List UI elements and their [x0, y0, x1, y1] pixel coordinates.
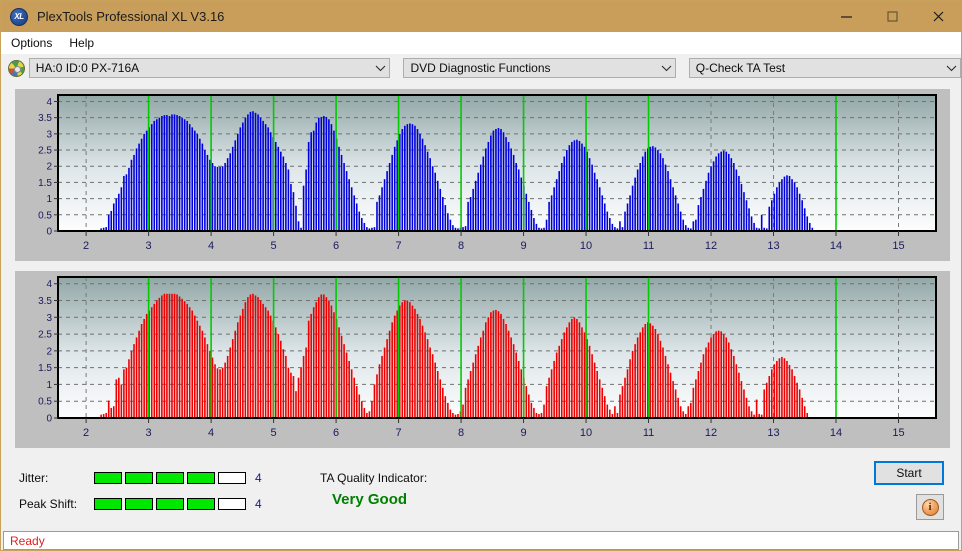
svg-text:2.5: 2.5: [38, 330, 52, 341]
menu-item-help[interactable]: Help: [62, 34, 101, 52]
meter-segment: [218, 472, 246, 484]
jitter-meter-bar: [94, 472, 246, 484]
svg-text:13: 13: [767, 427, 779, 439]
device-select-value: HA:0 ID:0 PX-716A: [35, 61, 140, 75]
maximize-icon[interactable]: [869, 1, 915, 32]
info-button[interactable]: i: [916, 494, 944, 520]
meter-segment: [156, 498, 184, 510]
meter-segment: [125, 498, 153, 510]
info-icon: i: [921, 498, 939, 516]
svg-text:5: 5: [271, 427, 277, 439]
peak-shift-meter-label: Peak Shift:: [19, 497, 78, 511]
jitter-plot: 0 0.5 1 1.5 2 2.5 3 3.5 4 2 3 4 5 6 7 8 9 10 11 12 13 14 15: [15, 89, 950, 261]
svg-text:2.5: 2.5: [38, 146, 52, 157]
svg-text:15: 15: [892, 240, 904, 252]
svg-text:0: 0: [46, 227, 52, 238]
jitter-meter-label: Jitter:: [19, 471, 49, 485]
svg-text:3.5: 3.5: [38, 296, 52, 307]
test-select[interactable]: Q-Check TA Test: [688, 58, 962, 78]
svg-text:4: 4: [46, 97, 52, 108]
svg-text:8: 8: [458, 240, 464, 252]
window-title: PlexTools Professional XL V3.16: [37, 9, 225, 24]
minimize-icon[interactable]: [823, 1, 869, 32]
device-select[interactable]: HA:0 ID:0 PX-716A: [28, 58, 391, 78]
svg-text:4: 4: [208, 240, 214, 252]
chevron-down-icon: [943, 59, 960, 77]
peak-shift-meter-row: Peak Shift: 4: [19, 497, 262, 511]
svg-text:9: 9: [520, 427, 526, 439]
svg-text:14: 14: [830, 240, 842, 252]
svg-text:3: 3: [146, 240, 152, 252]
svg-text:2: 2: [46, 346, 52, 357]
svg-text:11: 11: [643, 427, 654, 439]
application-window: XL PlexTools Professional XL V3.16 Optio…: [0, 0, 962, 551]
svg-text:12: 12: [705, 240, 717, 252]
app-logo-icon: XL: [10, 7, 28, 26]
start-button[interactable]: Start: [874, 461, 944, 485]
jitter-meter-value: 4: [255, 471, 262, 485]
svg-text:1.5: 1.5: [38, 363, 52, 374]
window-controls: [823, 1, 961, 32]
disc-icon: [8, 59, 25, 77]
meters-area: Jitter: 4 Peak Shift: 4 TA Quality Indic…: [1, 453, 961, 529]
svg-text:15: 15: [892, 427, 904, 439]
svg-text:3.5: 3.5: [38, 113, 52, 124]
svg-text:3: 3: [146, 427, 152, 439]
svg-text:14: 14: [830, 427, 842, 439]
meter-segment: [187, 472, 215, 484]
svg-text:1: 1: [46, 194, 52, 205]
peak-shift-meter-value: 4: [255, 497, 262, 511]
meter-segment: [94, 498, 122, 510]
meter-segment: [125, 472, 153, 484]
svg-text:10: 10: [580, 427, 592, 439]
close-icon[interactable]: [915, 1, 961, 32]
meter-segment: [156, 472, 184, 484]
svg-text:0: 0: [46, 414, 52, 425]
svg-text:2: 2: [46, 162, 52, 173]
title-bar: XL PlexTools Professional XL V3.16: [1, 1, 961, 32]
svg-text:9: 9: [520, 240, 526, 252]
svg-text:1: 1: [46, 380, 52, 391]
peak-shift-meter-bar: [94, 498, 246, 510]
svg-text:12: 12: [705, 427, 717, 439]
svg-text:2: 2: [83, 240, 89, 252]
svg-text:7: 7: [396, 240, 402, 252]
svg-text:4: 4: [46, 279, 52, 290]
status-text: Ready: [10, 533, 45, 548]
svg-text:2: 2: [83, 427, 89, 439]
jitter-chart-panel: 0 0.5 1 1.5 2 2.5 3 3.5 4 2 3 4 5 6 7 8 9 10 11 12 13 14 15: [15, 89, 950, 261]
peak-shift-chart-panel: 0 0.5 1 1.5 2 2.5 3 3.5 4 2 3 4 5 6 7 8 9 10 11 12 13 14 15: [15, 271, 950, 448]
svg-text:6: 6: [333, 240, 339, 252]
svg-text:4: 4: [208, 427, 214, 439]
svg-text:3: 3: [46, 129, 52, 140]
svg-text:10: 10: [580, 240, 592, 252]
svg-text:0.5: 0.5: [38, 210, 52, 221]
function-select-value: DVD Diagnostic Functions: [410, 61, 551, 75]
svg-text:3: 3: [46, 313, 52, 324]
ta-quality-label: TA Quality Indicator:: [320, 471, 428, 485]
svg-text:0.5: 0.5: [38, 397, 52, 408]
svg-text:7: 7: [396, 427, 402, 439]
ta-quality-value: Very Good: [332, 491, 408, 508]
status-bar: Ready: [3, 531, 959, 550]
svg-text:8: 8: [458, 427, 464, 439]
jitter-meter-row: Jitter: 4: [19, 471, 262, 485]
test-select-value: Q-Check TA Test: [695, 61, 786, 75]
menu-bar: Options Help: [1, 32, 961, 55]
svg-text:6: 6: [333, 427, 339, 439]
peak-shift-plot: 0 0.5 1 1.5 2 2.5 3 3.5 4 2 3 4 5 6 7 8 9 10 11 12 13 14 15: [15, 271, 950, 448]
meter-segment: [94, 472, 122, 484]
svg-text:13: 13: [767, 240, 779, 252]
svg-text:11: 11: [643, 240, 654, 252]
selector-toolbar: HA:0 ID:0 PX-716A DVD Diagnostic Functio…: [1, 54, 962, 82]
meter-segment: [187, 498, 215, 510]
svg-text:5: 5: [271, 240, 277, 252]
chevron-down-icon: [658, 59, 675, 77]
function-select[interactable]: DVD Diagnostic Functions: [403, 58, 676, 78]
chevron-down-icon: [372, 59, 389, 77]
svg-text:1.5: 1.5: [38, 178, 52, 189]
meter-segment: [218, 498, 246, 510]
menu-item-options[interactable]: Options: [4, 34, 59, 52]
